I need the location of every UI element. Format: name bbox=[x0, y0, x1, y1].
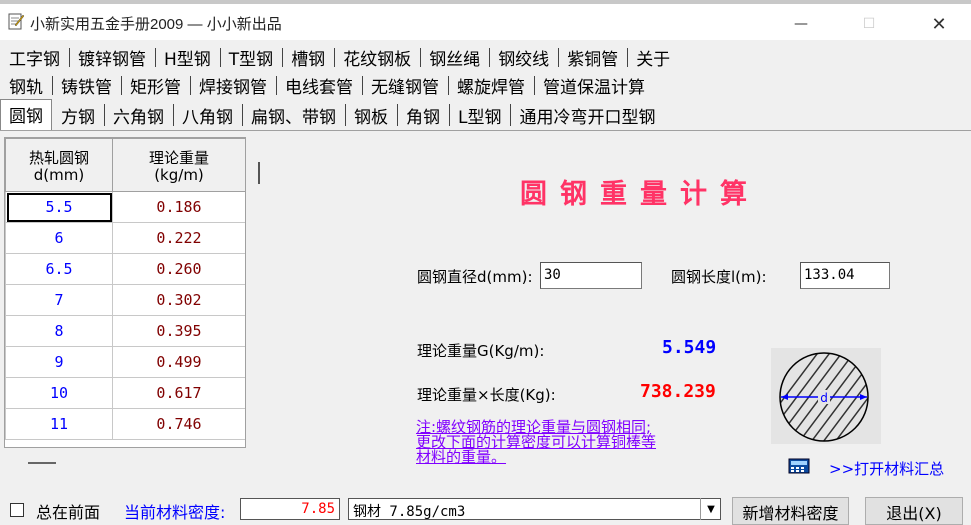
table-row[interactable]: 9 0.499 bbox=[5, 346, 245, 378]
tab-row2-5[interactable]: 无缝钢管 bbox=[362, 72, 448, 99]
density-input[interactable]: 7.85 bbox=[240, 498, 340, 520]
table-row[interactable]: 10 0.617 bbox=[5, 377, 245, 409]
diameter-cell[interactable]: 6 bbox=[5, 222, 113, 254]
round-bar-cross-section-diagram: d bbox=[771, 348, 881, 444]
weight-cell[interactable]: 0.302 bbox=[112, 284, 245, 316]
weight-cell[interactable]: 0.617 bbox=[112, 377, 245, 409]
tab-row3-0[interactable]: 圆钢 bbox=[0, 98, 52, 130]
tab-row2-3[interactable]: 焊接钢管 bbox=[190, 72, 276, 99]
diameter-cell[interactable]: 5.5 bbox=[5, 191, 113, 223]
diameter-cell[interactable]: 6.5 bbox=[5, 253, 113, 285]
exit-button[interactable]: 退出(X) bbox=[865, 497, 963, 525]
tab-row3-8[interactable]: 通用冷弯开口型钢 bbox=[510, 100, 664, 130]
tab-row1-0[interactable]: 工字钢 bbox=[0, 44, 69, 71]
minimize-icon: — bbox=[794, 16, 808, 32]
diameter-cell[interactable]: 8 bbox=[5, 315, 113, 347]
tab-row3-2[interactable]: 六角钢 bbox=[104, 100, 173, 130]
diameter-cell[interactable]: 7 bbox=[5, 284, 113, 316]
tab-row2-1[interactable]: 铸铁管 bbox=[52, 72, 121, 99]
table-row[interactable]: 7 0.302 bbox=[5, 284, 245, 316]
table-row[interactable]: 6.5 0.260 bbox=[5, 253, 245, 285]
tab-row2-7[interactable]: 管道保温计算 bbox=[534, 72, 654, 99]
maximize-button[interactable]: ☐ bbox=[846, 8, 892, 40]
column-header-weight[interactable]: 理论重量 (kg/m) bbox=[112, 138, 245, 192]
weight-cell[interactable]: 0.395 bbox=[112, 315, 245, 347]
always-on-top-label[interactable]: 总在前面 bbox=[36, 499, 100, 523]
total-weight-value: 738.239 bbox=[640, 381, 716, 402]
round-steel-table[interactable]: 热轧圆钢 d(mm) 理论重量 (kg/m) 5.5 0.186 6 0.222 6.5… bbox=[4, 137, 246, 448]
calc-title: 圆钢重量计算 bbox=[520, 179, 760, 210]
notepad-edit-icon bbox=[8, 13, 24, 30]
tab-row2-0[interactable]: 钢轨 bbox=[0, 72, 52, 99]
total-weight-label: 理论重量×长度(Kg): bbox=[417, 386, 556, 404]
diameter-input[interactable]: 30 bbox=[540, 262, 642, 289]
note-text: 注:螺纹钢筋的理论重量与圆钢相同; 更改下面的计算密度可以计算铜棒等 材料的重量… bbox=[416, 418, 657, 466]
tab-row2-4[interactable]: 电线套管 bbox=[276, 72, 362, 99]
tab-row1-7[interactable]: 钢绞线 bbox=[489, 44, 558, 71]
tab-row1-8[interactable]: 紫铜管 bbox=[558, 44, 627, 71]
weight-cell[interactable]: 0.222 bbox=[112, 222, 245, 254]
add-density-button[interactable]: 新增材料密度 bbox=[732, 497, 849, 525]
tab-row1-5[interactable]: 花纹钢板 bbox=[334, 44, 420, 71]
tab-row1-6[interactable]: 钢丝绳 bbox=[420, 44, 489, 71]
tab-row1-1[interactable]: 镀锌钢管 bbox=[69, 44, 155, 71]
table-row[interactable]: 8 0.395 bbox=[5, 315, 245, 347]
table-row[interactable]: 6 0.222 bbox=[5, 222, 245, 254]
tab-row1-3[interactable]: T型钢 bbox=[219, 44, 282, 71]
tab-row2-2[interactable]: 矩形管 bbox=[121, 72, 190, 99]
tab-row3-1[interactable]: 方钢 bbox=[52, 100, 104, 130]
splitter-handle[interactable] bbox=[258, 162, 260, 184]
scroll-indicator bbox=[28, 462, 56, 464]
weight-per-meter-label: 理论重量G(Kg/m): bbox=[417, 342, 545, 360]
app-window: 小新实用五金手册2009 — 小小新出品 — ☐ ✕ 工字钢 镀锌钢管 H型钢 T型钢… bbox=[0, 0, 971, 525]
diagram-d-label: d bbox=[820, 391, 828, 405]
tab-row3-6[interactable]: 角钢 bbox=[397, 100, 449, 130]
close-icon: ✕ bbox=[931, 13, 947, 35]
window-title: 小新实用五金手册2009 — 小小新出品 bbox=[30, 16, 282, 33]
material-select[interactable]: 钢材 7.85g/cm3 bbox=[348, 498, 721, 520]
weight-cell[interactable]: 0.499 bbox=[112, 346, 245, 378]
weight-cell[interactable]: 0.746 bbox=[112, 408, 245, 440]
length-input[interactable]: 133.04 bbox=[800, 262, 890, 289]
diameter-cell[interactable]: 11 bbox=[5, 408, 113, 440]
tab-row3-3[interactable]: 八角钢 bbox=[173, 100, 242, 130]
tab-row1-9[interactable]: 关于 bbox=[627, 44, 679, 71]
length-label: 圆钢长度l(m): bbox=[671, 268, 767, 286]
open-material-summary-link[interactable]: >>打开材料汇总 bbox=[829, 458, 944, 479]
weight-cell[interactable]: 0.186 bbox=[112, 191, 245, 223]
tab-row-1: 工字钢 镀锌钢管 H型钢 T型钢 槽钢 花纹钢板 钢丝绳 钢绞线 紫铜管 关于 bbox=[0, 44, 971, 71]
tab-row1-2[interactable]: H型钢 bbox=[155, 44, 220, 71]
table-row[interactable]: 11 0.746 bbox=[5, 408, 245, 440]
bottom-bar: 总在前面 当前材料密度: 7.85 钢材 7.85g/cm3 ▼ 新增材料密度 … bbox=[0, 490, 971, 525]
tab-row-2: 钢轨 铸铁管 矩形管 焊接钢管 电线套管 无缝钢管 螺旋焊管 管道保温计算 bbox=[0, 72, 971, 99]
title-bar: 小新实用五金手册2009 — 小小新出品 — ☐ ✕ bbox=[0, 0, 971, 40]
close-button[interactable]: ✕ bbox=[916, 8, 962, 40]
tab-row2-6[interactable]: 螺旋焊管 bbox=[448, 72, 534, 99]
material-select-value: 钢材 7.85g/cm3 bbox=[353, 504, 466, 520]
dropdown-arrow-icon[interactable]: ▼ bbox=[700, 498, 721, 520]
tab-row-3: 圆钢 方钢 六角钢 八角钢 扁钢、带钢 钢板 角钢 L型钢 通用冷弯开口型钢 bbox=[0, 98, 971, 131]
table-row[interactable]: 5.5 0.186 bbox=[5, 191, 245, 223]
always-on-top-checkbox[interactable] bbox=[10, 503, 24, 517]
diameter-label: 圆钢直径d(mm): bbox=[417, 268, 533, 286]
density-label: 当前材料密度: bbox=[124, 503, 226, 522]
tab-row1-4[interactable]: 槽钢 bbox=[282, 44, 334, 71]
tab-row3-7[interactable]: L型钢 bbox=[449, 100, 510, 130]
minimize-button[interactable]: — bbox=[778, 8, 824, 40]
diameter-cell[interactable]: 10 bbox=[5, 377, 113, 409]
calculator-icon[interactable] bbox=[788, 458, 810, 474]
diameter-cell[interactable]: 9 bbox=[5, 346, 113, 378]
weight-cell[interactable]: 0.260 bbox=[112, 253, 245, 285]
tab-row3-4[interactable]: 扁钢、带钢 bbox=[242, 100, 345, 130]
tab-row3-5[interactable]: 钢板 bbox=[345, 100, 397, 130]
weight-per-meter-value: 5.549 bbox=[662, 337, 717, 358]
maximize-icon: ☐ bbox=[862, 16, 876, 32]
column-header-diameter[interactable]: 热轧圆钢 d(mm) bbox=[5, 138, 113, 192]
